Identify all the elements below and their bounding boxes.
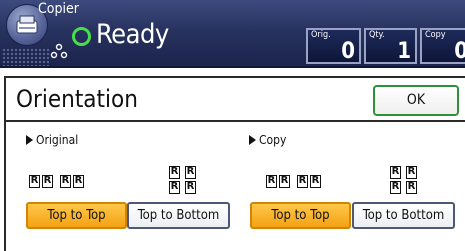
r-page-icon: R [73,175,84,188]
copies-counter-label: Copy [425,30,446,40]
quantity-counter-value: 1 [397,39,411,64]
copy-section-label: Copy [249,132,286,148]
r-page-icon: R [169,166,180,179]
machine-status: Ready [96,19,169,50]
original-section-label: Original [26,132,78,148]
app-title: Copier [38,1,79,17]
r-page-icon: R [169,181,180,194]
status-header: Copier Ready Orig. 0 Qty. 1 Copy 0 [0,0,465,68]
r-page-icon: R [266,175,277,188]
copies-counter-value: 0 [454,39,465,64]
original-top-to-top-button[interactable]: Top to Top [26,202,127,229]
r-page-icon: R [406,166,417,179]
r-page-icon: R [185,166,196,179]
triangle-right-icon [26,135,33,145]
r-page-icon: R [390,166,401,179]
dialog-title-box: Orientation OK [4,76,465,122]
originals-counter-label: Orig. [311,30,331,40]
original-top-to-bottom-icon: R R R R [169,166,199,196]
r-page-icon: R [406,181,417,194]
originals-counter-value: 0 [341,39,355,64]
triangle-right-icon [249,135,256,145]
quantity-counter-label: Qty. [369,30,385,40]
copy-top-to-top-icon: R R R R [266,175,356,189]
quantity-counter: Qty. 1 [364,28,417,64]
dialog-title-bar: Orientation OK [0,76,465,122]
copy-top-to-bottom-button[interactable]: Top to Bottom [352,202,455,229]
original-label-text: Original [36,133,79,147]
ready-ring-icon [72,27,91,46]
copy-top-to-top-button[interactable]: Top to Top [250,202,351,229]
r-page-icon: R [29,175,40,188]
ok-button[interactable]: OK [373,85,459,116]
orientation-settings: Original R R R R R R R R Top to Top Top … [4,122,465,251]
original-top-to-top-icon: R R R R [29,175,119,189]
copies-counter: Copy 0 [420,28,465,64]
r-page-icon: R [279,175,290,188]
r-page-icon: R [297,175,308,188]
header-dot-pattern [2,48,50,66]
original-top-to-bottom-button[interactable]: Top to Bottom [127,202,230,229]
r-page-icon: R [310,175,321,188]
copy-top-to-bottom-icon: R R R R [390,166,420,196]
users-icon [50,43,68,59]
r-page-icon: R [42,175,53,188]
r-page-icon: R [60,175,71,188]
r-page-icon: R [185,181,196,194]
originals-counter: Orig. 0 [306,28,361,64]
copy-label-text: Copy [259,133,287,147]
page-title: Orientation [16,85,138,113]
r-page-icon: R [390,181,401,194]
